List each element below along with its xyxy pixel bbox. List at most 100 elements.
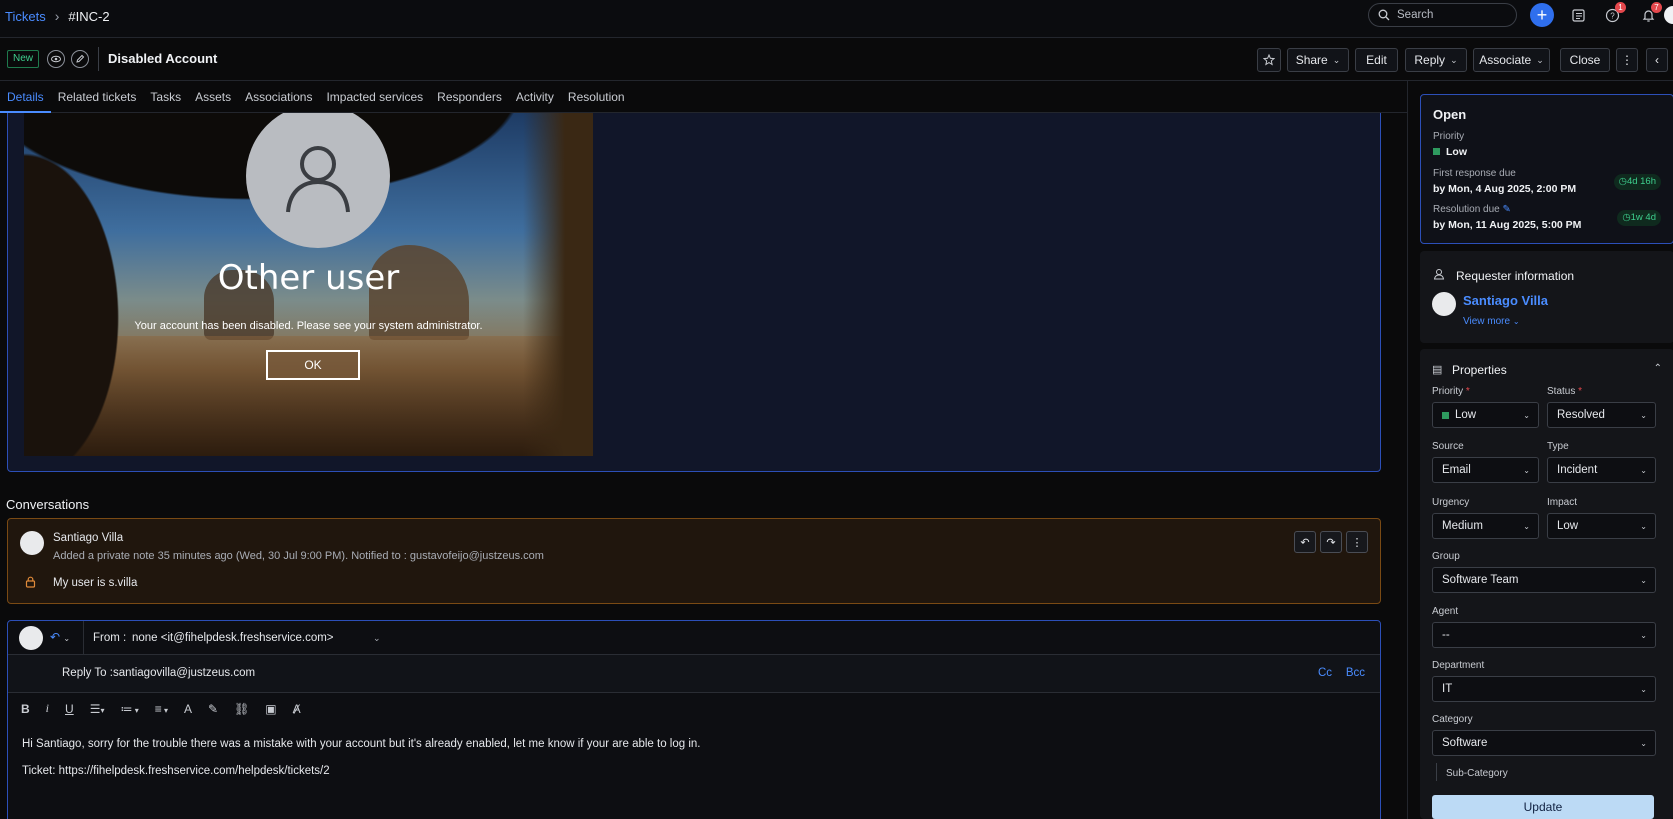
tab-tasks[interactable]: Tasks xyxy=(143,81,188,113)
type-select[interactable]: Incident ⌄ xyxy=(1547,457,1656,483)
tab-assets[interactable]: Assets xyxy=(188,81,238,113)
text-color-icon[interactable]: A xyxy=(184,702,192,716)
reply-body-line[interactable]: Hi Santiago, sorry for the trouble there… xyxy=(22,738,701,750)
share-button[interactable]: Share ⌄ xyxy=(1287,48,1349,72)
chevron-left-icon: ‹ xyxy=(1655,53,1659,67)
reply-body-line[interactable]: Ticket: https://fihelpdesk.freshservice.… xyxy=(22,765,330,777)
tab-related-tickets[interactable]: Related tickets xyxy=(51,81,144,113)
reply-icon[interactable]: ↶ xyxy=(1294,531,1316,553)
description-screenshot-image: Other user Your account has been disable… xyxy=(24,113,593,456)
type-select-value: Incident xyxy=(1557,464,1598,476)
clear-format-icon[interactable]: Ⱥ xyxy=(293,702,301,716)
status-select[interactable]: Resolved ⌄ xyxy=(1547,402,1656,428)
category-select[interactable]: Software ⌄ xyxy=(1432,730,1656,756)
edit-button[interactable]: Edit xyxy=(1355,48,1398,72)
bcc-link[interactable]: Bcc xyxy=(1346,667,1365,679)
notification-badge: 7 xyxy=(1651,2,1662,13)
associate-label: Associate xyxy=(1479,53,1532,67)
chevron-down-icon[interactable]: ⌄ xyxy=(373,633,381,644)
close-label: Close xyxy=(1569,53,1601,67)
department-select[interactable]: IT ⌄ xyxy=(1432,676,1656,702)
breadcrumb: Tickets › #INC-2 xyxy=(5,8,110,24)
forward-icon[interactable]: ↷ xyxy=(1320,531,1342,553)
urgency-field-label: Urgency xyxy=(1432,497,1470,508)
catalog-button[interactable] xyxy=(1566,3,1590,27)
ticket-header: New Disabled Account Share ⌄ Edit Reply … xyxy=(0,38,1673,81)
reply-button[interactable]: Reply ⌄ xyxy=(1405,48,1467,72)
align-icon[interactable]: ☰▾ xyxy=(90,702,105,716)
priority-text: Low xyxy=(1446,146,1467,158)
favorite-button[interactable] xyxy=(1257,48,1281,72)
search-box[interactable]: Search xyxy=(1368,3,1517,27)
tab-details[interactable]: Details xyxy=(0,81,51,113)
breadcrumb-tickets-link[interactable]: Tickets xyxy=(5,9,46,24)
plus-icon: + xyxy=(1536,4,1548,25)
requester-heading: Requester information xyxy=(1456,269,1575,283)
share-label: Share xyxy=(1295,53,1328,67)
tab-resolution[interactable]: Resolution xyxy=(561,81,632,113)
chevron-down-icon: ⌄ xyxy=(1640,631,1647,640)
cc-link[interactable]: Cc xyxy=(1318,667,1332,679)
associate-button[interactable]: Associate ⌄ xyxy=(1473,48,1550,72)
watch-button[interactable] xyxy=(47,50,65,68)
highlight-icon[interactable]: ✎ xyxy=(208,702,218,716)
requester-name-link[interactable]: Santiago Villa xyxy=(1463,293,1548,308)
department-field-label: Department xyxy=(1432,660,1485,671)
login-user-name: Other user xyxy=(217,258,400,298)
top-bar: Tickets › #INC-2 Search + ? 1 7 xyxy=(0,0,1673,38)
numbered-list-icon[interactable]: ≔ ▾ xyxy=(120,702,138,716)
add-new-button[interactable]: + xyxy=(1530,3,1554,27)
reply-to-field[interactable]: santiagovilla@justzeus.com xyxy=(113,667,255,679)
note-body: My user is s.villa xyxy=(53,577,138,589)
search-placeholder: Search xyxy=(1397,9,1434,21)
priority-select[interactable]: Low ⌄ xyxy=(1432,402,1539,428)
edit-title-button[interactable] xyxy=(71,50,89,68)
chevron-down-icon: ⌄ xyxy=(1536,54,1544,65)
image-icon[interactable]: ▣ xyxy=(265,702,276,716)
bullet-list-icon[interactable]: ≡ ▾ xyxy=(155,702,168,716)
more-options-button[interactable]: ⋮ xyxy=(1616,48,1638,72)
tab-activity[interactable]: Activity xyxy=(509,81,561,113)
notifications-button[interactable]: 7 xyxy=(1636,2,1662,27)
underline-icon[interactable]: U xyxy=(65,702,74,716)
reply-from-row: ↶ ⌄ From : none <it@fihelpdesk.freshserv… xyxy=(8,621,1380,655)
tab-responders[interactable]: Responders xyxy=(430,81,509,113)
user-avatar[interactable] xyxy=(1664,6,1673,24)
link-icon[interactable]: ⛓ xyxy=(234,702,249,716)
tab-impacted-services[interactable]: Impacted services xyxy=(319,81,430,113)
tab-associations[interactable]: Associations xyxy=(238,81,319,113)
private-note: Santiago Villa Added a private note 35 m… xyxy=(7,518,1381,604)
reply-type-dropdown[interactable]: ↶ ⌄ xyxy=(50,630,70,644)
agent-select[interactable]: -- ⌄ xyxy=(1432,622,1656,648)
close-ticket-button[interactable]: Close xyxy=(1560,48,1610,72)
update-button[interactable]: Update xyxy=(1432,795,1654,819)
lock-icon xyxy=(25,576,36,591)
group-select[interactable]: Software Team ⌄ xyxy=(1432,567,1656,593)
person-icon xyxy=(1433,268,1445,283)
chevron-up-icon[interactable]: ⌃ xyxy=(1654,363,1662,374)
sla-status-card: Open Priority Low First response due by … xyxy=(1420,94,1673,244)
collapse-panel-button[interactable]: ‹ xyxy=(1646,48,1668,72)
subcategory-field-label: Sub-Category xyxy=(1446,768,1508,779)
urgency-select-value: Medium xyxy=(1442,520,1483,532)
requester-card: Requester information Santiago Villa Vie… xyxy=(1420,251,1673,343)
priority-field-label: Priority * xyxy=(1432,386,1470,397)
reply-to-row: Reply To : santiagovilla@justzeus.com Cc… xyxy=(8,655,1380,693)
view-more-link[interactable]: View more ⌄ xyxy=(1463,316,1520,327)
italic-icon[interactable]: i xyxy=(46,701,49,716)
status-field-label-text: Status xyxy=(1547,386,1576,397)
help-button[interactable]: ? 1 xyxy=(1600,2,1626,27)
source-field-label: Source xyxy=(1432,441,1464,452)
impact-select-value: Low xyxy=(1557,520,1579,532)
chevron-down-icon: ⌄ xyxy=(1640,522,1647,531)
kebab-icon[interactable]: ⋮ xyxy=(1346,531,1368,553)
from-select[interactable]: none <it@fihelpdesk.freshservice.com> xyxy=(132,632,334,644)
urgency-select[interactable]: Medium ⌄ xyxy=(1432,513,1539,539)
pencil-icon[interactable]: ✎ xyxy=(1503,204,1511,215)
help-badge: 1 xyxy=(1615,2,1626,13)
chevron-down-icon: ⌄ xyxy=(63,634,71,643)
bold-icon[interactable]: B xyxy=(21,702,30,716)
impact-select[interactable]: Low ⌄ xyxy=(1547,513,1656,539)
source-select[interactable]: Email ⌄ xyxy=(1432,457,1539,483)
divider xyxy=(83,621,84,655)
